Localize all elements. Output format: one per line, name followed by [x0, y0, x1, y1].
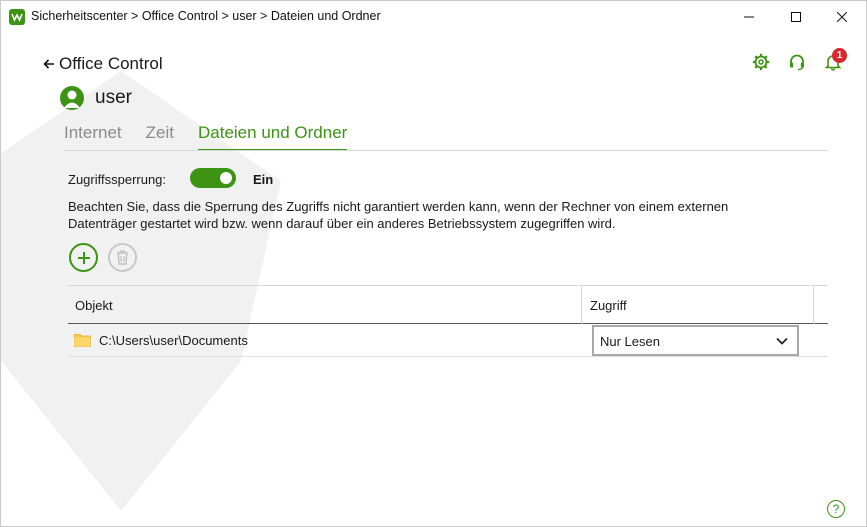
user-name: user	[95, 87, 132, 108]
tab-dateien-und-ordner[interactable]: Dateien und Ordner	[198, 123, 348, 151]
headset-icon[interactable]	[788, 53, 806, 71]
user-header: user	[60, 86, 132, 110]
app-logo-icon	[9, 9, 25, 25]
column-divider	[813, 286, 814, 324]
maximize-icon	[791, 11, 801, 22]
minimize-button[interactable]	[726, 1, 772, 32]
column-header-access[interactable]: Zugriff	[590, 298, 627, 313]
back-link[interactable]: Office Control	[43, 54, 163, 74]
trash-icon	[117, 250, 128, 265]
objects-table: Objekt Zugriff C:\Users\user\Documents N…	[68, 285, 828, 357]
column-divider	[581, 286, 582, 324]
table-header: Objekt Zugriff	[68, 285, 828, 324]
table-row[interactable]: C:\Users\user\Documents Nur Lesen	[68, 324, 828, 357]
notice-text: Beachten Sie, dass die Sperrung des Zugr…	[68, 199, 729, 231]
tab-bar: Internet Zeit Dateien und Ordner	[64, 123, 371, 151]
plus-icon	[77, 251, 90, 264]
tab-zeit[interactable]: Zeit	[146, 123, 174, 150]
tab-internet[interactable]: Internet	[64, 123, 122, 150]
delete-object-button[interactable]	[108, 243, 137, 272]
add-object-button[interactable]	[69, 243, 98, 272]
close-button[interactable]	[819, 1, 865, 32]
access-lock-toggle[interactable]	[190, 168, 236, 188]
help-button[interactable]: ?	[827, 500, 845, 518]
close-icon	[837, 11, 847, 22]
access-lock-label: Zugriffssperrung:	[68, 172, 167, 187]
title-bar: Sicherheitscenter > Office Control > use…	[1, 1, 866, 32]
toggle-knob	[220, 172, 232, 184]
notification-badge: 1	[832, 48, 847, 63]
maximize-button[interactable]	[773, 1, 819, 32]
minimize-icon	[744, 16, 754, 17]
avatar	[60, 86, 84, 110]
back-arrow-icon	[43, 59, 54, 69]
access-lock-state: Ein	[253, 172, 274, 187]
tab-divider	[64, 150, 828, 151]
gear-icon[interactable]	[752, 53, 770, 71]
object-path: C:\Users\user\Documents	[99, 333, 248, 348]
chevron-down-icon	[776, 337, 788, 345]
access-select-value: Nur Lesen	[600, 334, 660, 349]
folder-icon	[74, 334, 91, 347]
app-window: Sicherheitscenter > Office Control > use…	[0, 0, 867, 527]
window-title: Sicherheitscenter > Office Control > use…	[31, 9, 381, 23]
access-select[interactable]: Nur Lesen	[592, 325, 799, 356]
user-icon	[64, 90, 80, 108]
back-label: Office Control	[59, 54, 163, 73]
column-header-object[interactable]: Objekt	[75, 298, 113, 313]
